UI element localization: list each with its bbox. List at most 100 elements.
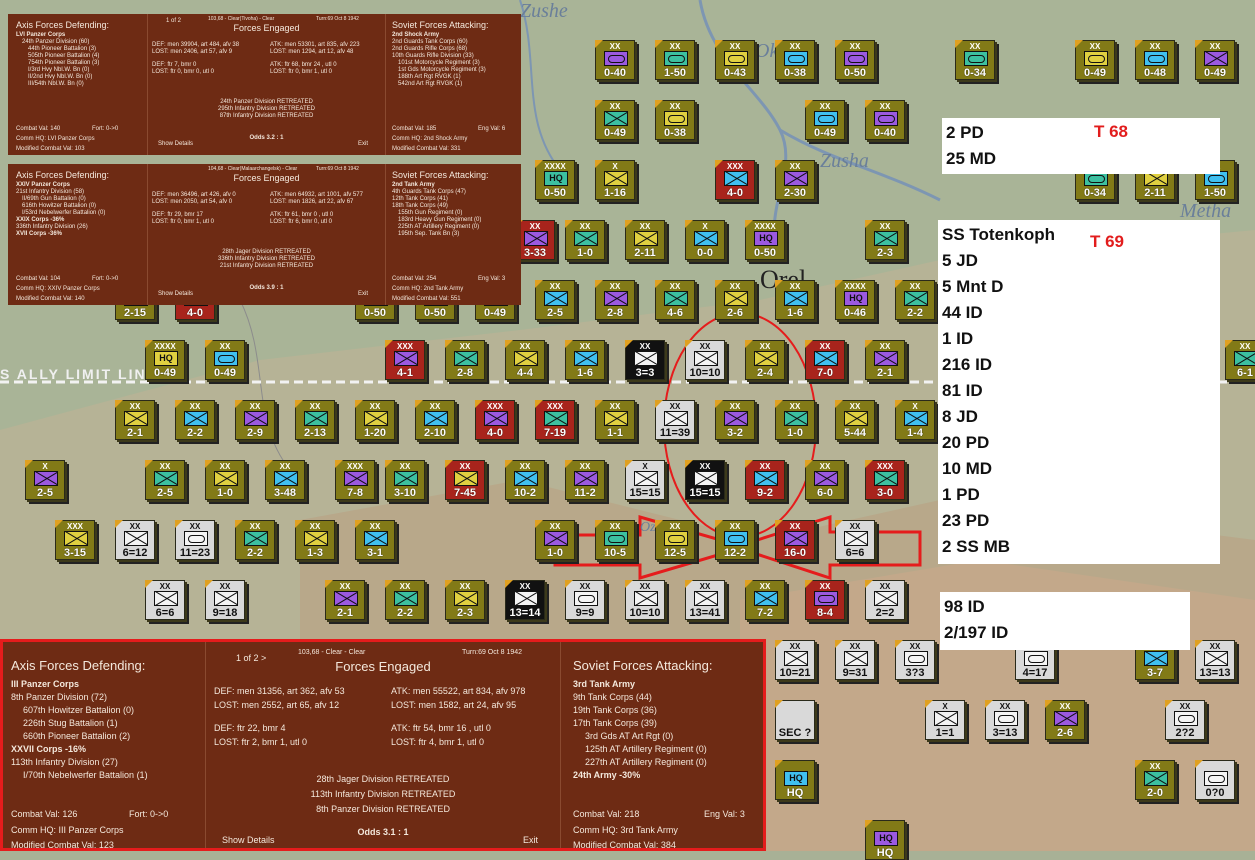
unit-counter[interactable]: HQ HQ (865, 820, 905, 860)
unit-counter[interactable]: XX 16-0 (775, 520, 815, 560)
unit-counter[interactable]: XX 2-8 (445, 340, 485, 380)
unit-counter[interactable]: XX 13=14 (505, 580, 545, 620)
unit-counter[interactable]: X 15=15 (625, 460, 665, 500)
unit-counter[interactable]: XX 9-2 (745, 460, 785, 500)
unit-counter[interactable]: XX 2-2 (385, 580, 425, 620)
unit-counter[interactable]: XX 1-0 (205, 460, 245, 500)
unit-counter[interactable]: XX 6=6 (145, 580, 185, 620)
unit-counter[interactable]: XX 2-13 (295, 400, 335, 440)
unit-counter[interactable]: XX 2-9 (235, 400, 275, 440)
unit-counter[interactable]: XX 1-20 (355, 400, 395, 440)
unit-counter[interactable]: XXXX HQ 0-50 (745, 220, 785, 260)
unit-counter[interactable]: XX 1-0 (775, 400, 815, 440)
unit-counter[interactable]: XX 3=3 (625, 340, 665, 380)
unit-counter[interactable]: XXX 7-19 (535, 400, 575, 440)
unit-counter[interactable]: XX 4-4 (505, 340, 545, 380)
unit-counter[interactable]: XX 2-3 (865, 220, 905, 260)
unit-counter[interactable]: XX 9=9 (565, 580, 605, 620)
unit-counter[interactable]: XX 11=23 (175, 520, 215, 560)
unit-counter[interactable]: XX 2-10 (415, 400, 455, 440)
unit-counter[interactable]: XXXX HQ 0-46 (835, 280, 875, 320)
unit-counter[interactable]: XX 8-4 (805, 580, 845, 620)
unit-counter[interactable]: XX 5-44 (835, 400, 875, 440)
unit-counter[interactable]: HQ HQ (775, 760, 815, 800)
show-details-button[interactable]: Show Details (222, 834, 275, 847)
unit-counter[interactable]: XX 0-38 (775, 40, 815, 80)
unit-counter[interactable]: XX 1-3 (295, 520, 335, 560)
unit-counter[interactable]: XX 2-2 (235, 520, 275, 560)
unit-counter[interactable]: X 2-5 (25, 460, 65, 500)
unit-counter[interactable]: XX 9=31 (835, 640, 875, 680)
unit-counter[interactable]: XX 10=10 (685, 340, 725, 380)
unit-counter[interactable]: XX 0-49 (1195, 40, 1235, 80)
show-details-button[interactable]: Show Details (158, 141, 193, 148)
exit-button[interactable]: Exit (358, 291, 368, 298)
unit-counter[interactable]: X 1-16 (595, 160, 635, 200)
unit-counter[interactable]: XX 10=21 (775, 640, 815, 680)
unit-counter[interactable]: 0?0 (1195, 760, 1235, 800)
unit-counter[interactable]: XX 3=13 (985, 700, 1025, 740)
unit-counter[interactable]: SEC ? (775, 700, 815, 740)
unit-counter[interactable]: XX 1-0 (535, 520, 575, 560)
unit-counter[interactable]: XX 2-3 (445, 580, 485, 620)
unit-counter[interactable]: XX 1-6 (775, 280, 815, 320)
unit-counter[interactable]: XXXX HQ 0-49 (145, 340, 185, 380)
unit-counter[interactable]: XX 2-5 (145, 460, 185, 500)
unit-counter[interactable]: XX 10-5 (595, 520, 635, 560)
unit-counter[interactable]: XX 2=2 (865, 580, 905, 620)
unit-counter[interactable]: X 1-4 (895, 400, 935, 440)
unit-counter[interactable]: XXX 7-8 (335, 460, 375, 500)
unit-counter[interactable]: XX 0-40 (865, 100, 905, 140)
unit-counter[interactable]: XX 10-2 (505, 460, 545, 500)
unit-counter[interactable]: XX 6=6 (835, 520, 875, 560)
unit-counter[interactable]: XXX 4-0 (715, 160, 755, 200)
unit-counter[interactable]: XX 0-50 (835, 40, 875, 80)
unit-counter[interactable]: XX 12-2 (715, 520, 755, 560)
unit-counter[interactable]: XX 2?2 (1165, 700, 1205, 740)
unit-counter[interactable]: XX 2-1 (865, 340, 905, 380)
exit-button[interactable]: Exit (523, 834, 538, 847)
unit-counter[interactable]: XX 10=10 (625, 580, 665, 620)
unit-counter[interactable]: XX 9=18 (205, 580, 245, 620)
show-details-button[interactable]: Show Details (158, 291, 193, 298)
unit-counter[interactable]: XX 0-34 (955, 40, 995, 80)
unit-counter[interactable]: XX 0-49 (805, 100, 845, 140)
unit-counter[interactable]: XX 2-1 (325, 580, 365, 620)
nav-label[interactable]: 1 of 2 (166, 18, 181, 25)
unit-counter[interactable]: XX 13=13 (1195, 640, 1235, 680)
unit-counter[interactable]: XX 1-1 (595, 400, 635, 440)
unit-counter[interactable]: XX 1-50 (655, 40, 695, 80)
unit-counter[interactable]: XX 6=12 (115, 520, 155, 560)
unit-counter[interactable]: XX 2-6 (715, 280, 755, 320)
exit-button[interactable]: Exit (358, 141, 368, 148)
unit-counter[interactable]: XX 7-2 (745, 580, 785, 620)
unit-counter[interactable]: XX 0-43 (715, 40, 755, 80)
unit-counter[interactable]: XX 0-49 (595, 100, 635, 140)
unit-counter[interactable]: XX 3-48 (265, 460, 305, 500)
unit-counter[interactable]: XX 7-45 (445, 460, 485, 500)
unit-counter[interactable]: XXXX HQ 0-50 (535, 160, 575, 200)
unit-counter[interactable]: X 0-0 (685, 220, 725, 260)
unit-counter[interactable]: XXX 4-1 (385, 340, 425, 380)
unit-counter[interactable]: XX 13=41 (685, 580, 725, 620)
unit-counter[interactable]: XX 2-6 (1045, 700, 1085, 740)
unit-counter[interactable]: XX 0-38 (655, 100, 695, 140)
unit-counter[interactable]: XX 2-5 (535, 280, 575, 320)
unit-counter[interactable]: XXX 3-15 (55, 520, 95, 560)
unit-counter[interactable]: XX 2-11 (625, 220, 665, 260)
unit-counter[interactable]: XX 0-48 (1135, 40, 1175, 80)
unit-counter[interactable]: XX 3-2 (715, 400, 755, 440)
unit-counter[interactable]: XX 1-0 (565, 220, 605, 260)
unit-counter[interactable]: XX 3-33 (515, 220, 555, 260)
unit-counter[interactable]: XX 6-1 (1225, 340, 1255, 380)
unit-counter[interactable]: XX 0-49 (205, 340, 245, 380)
unit-counter[interactable]: XX 11=39 (655, 400, 695, 440)
unit-counter[interactable]: XX 4-6 (655, 280, 695, 320)
unit-counter[interactable]: XX 1-6 (565, 340, 605, 380)
unit-counter[interactable]: XX 7-0 (805, 340, 845, 380)
unit-counter[interactable]: XX 2-30 (775, 160, 815, 200)
unit-counter[interactable]: XX 2-1 (115, 400, 155, 440)
unit-counter[interactable]: XX 6-0 (805, 460, 845, 500)
unit-counter[interactable]: XX 3-1 (355, 520, 395, 560)
unit-counter[interactable]: XX 2-8 (595, 280, 635, 320)
